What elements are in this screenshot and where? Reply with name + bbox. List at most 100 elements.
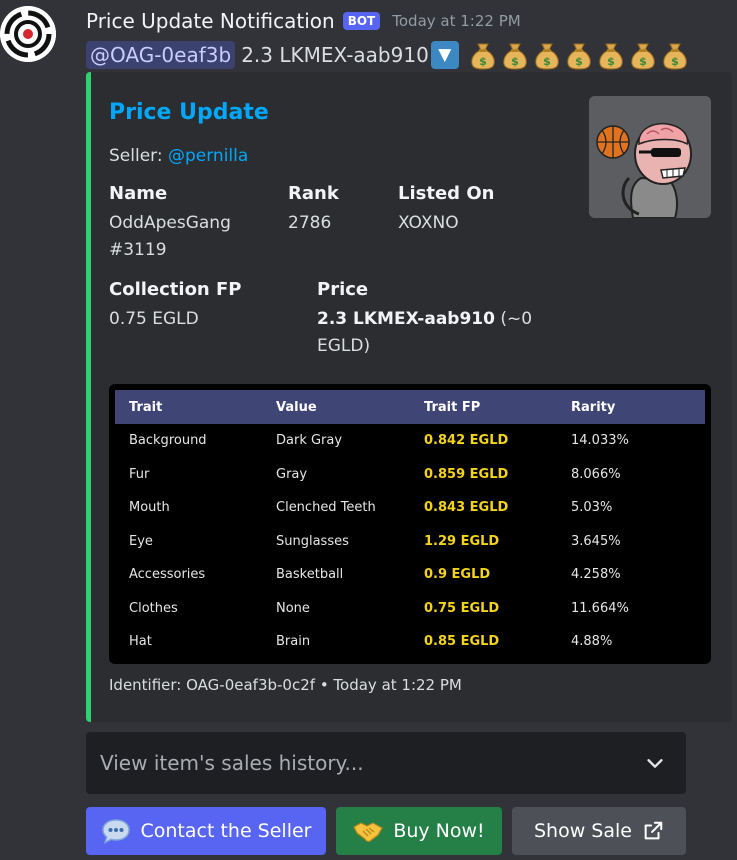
money-bag-icon: $ [567,43,591,70]
ape-nft-image [589,96,711,218]
trait-name: Mouth [129,500,170,516]
trait-row: Fur Gray 0.859 EGLD 8.066% [115,458,705,492]
show-sale-label: Show Sale [534,820,632,842]
trait-table-body: Background Dark Gray 0.842 EGLD 14.033% Fur G… [115,424,705,659]
field-listed-value: XOXNO [398,213,459,233]
trait-fp: 0.859 EGLD [424,466,509,482]
price-bold: 2.3 LKMEX-aab910 [317,309,495,329]
trait-value: Sunglasses [276,533,349,549]
trait-row: Accessories Basketball 0.9 EGLD 4.258% [115,558,705,592]
seller-line: Seller: @pernilla [109,146,248,166]
field-name-value: OddApesGang #3119 [109,210,279,264]
header-value: Value [276,399,317,415]
nft-thumbnail[interactable] [589,96,711,218]
embed-footer: Identifier: OAG-0eaf3b-0c2f • Today at 1… [109,676,462,694]
trait-name: Clothes [129,600,178,616]
field-name: Name OddApesGang #3119 [109,182,279,264]
svg-text:$: $ [479,55,487,68]
target-logo-icon [0,6,56,62]
discord-message: Price Update Notification BOT Today at 1… [0,0,737,860]
message-content: @OAG-0eaf3b 2.3 LKMEX-aab910 ▼ $ $ $ $ $ $ $ [86,40,689,70]
price-embed: Price Update Seller: @pernilla Name OddA… [86,72,732,722]
trait-name: Eye [129,533,153,549]
svg-text:$: $ [607,55,615,68]
field-fp-label: Collection FP [109,279,242,300]
message-timestamp[interactable]: Today at 1:22 PM [392,12,520,30]
message-header: Price Update Notification BOT Today at 1… [86,6,521,36]
field-price-value: 2.3 LKMEX-aab910 (~0 EGLD) [317,306,547,360]
trait-row: Background Dark Gray 0.842 EGLD 14.033% [115,424,705,458]
trait-row: Hat Brain 0.85 EGLD 4.88% [115,625,705,659]
trait-rarity: 4.88% [571,634,613,650]
trait-fp: 1.29 EGLD [424,533,500,549]
svg-text:$: $ [575,55,583,68]
bot-avatar[interactable] [0,6,56,62]
trait-row: Mouth Clenched Teeth 0.843 EGLD 5.03% [115,491,705,525]
field-collection-fp: Collection FP 0.75 EGLD [109,278,242,333]
trait-value: Basketball [276,567,344,583]
show-sale-button[interactable]: Show Sale [512,807,686,855]
trait-fp: 0.843 EGLD [424,500,509,516]
header-rarity: Rarity [571,399,616,415]
field-listed-label: Listed On [398,183,495,204]
author-name[interactable]: Price Update Notification [86,9,335,33]
field-rank-value: 2786 [288,213,332,233]
svg-text:$: $ [671,55,679,68]
field-name-label: Name [109,183,168,204]
trait-row: Clothes None 0.75 EGLD 11.664% [115,592,705,626]
price-approx: (~0 [500,309,533,329]
external-link-icon [644,821,663,840]
sales-history-select[interactable]: View item's sales history... [86,732,686,794]
trait-fp: 0.75 EGLD [424,600,500,616]
trait-value: None [276,600,310,616]
select-placeholder: View item's sales history... [100,751,364,775]
role-mention[interactable]: @OAG-0eaf3b [86,41,236,69]
seller-label: Seller: [109,146,163,166]
field-price: Price 2.3 LKMEX-aab910 (~0 EGLD) [317,278,547,360]
contact-seller-button[interactable]: Contact the Seller [86,807,326,855]
trait-name: Background [129,433,207,449]
svg-text:$: $ [639,55,647,68]
field-price-label: Price [317,279,369,300]
contact-seller-label: Contact the Seller [140,820,312,842]
trait-table-header: Trait Value Trait FP Rarity [115,390,705,424]
money-bag-icon: $ [535,43,559,70]
trait-rarity: 8.066% [571,466,621,482]
svg-text:$: $ [543,55,551,68]
trait-table-image[interactable]: Trait Value Trait FP Rarity Background Da… [109,384,711,664]
money-bag-icon: $ [503,43,527,70]
money-bag-icon: $ [631,43,655,70]
trait-rarity: 3.645% [571,533,621,549]
field-rank: Rank 2786 [288,182,339,237]
trait-fp: 0.842 EGLD [424,433,509,449]
trait-fp: 0.85 EGLD [424,634,500,650]
speech-balloon-icon [101,819,130,844]
money-bag-icon: $ [599,43,623,70]
field-rank-label: Rank [288,183,339,204]
trait-rarity: 14.033% [571,433,629,449]
trait-name: Fur [129,466,150,482]
moneybag-emoji-group: $ $ $ $ $ $ $ [469,40,689,70]
trait-rarity: 5.03% [571,500,613,516]
header-trait: Trait [129,399,163,415]
trait-rarity: 11.664% [571,600,629,616]
trait-name: Accessories [129,567,206,583]
trait-value: Dark Gray [276,433,343,449]
action-buttons: Contact the Seller Buy Now! Show Sale [86,807,686,855]
seller-link[interactable]: @pernilla [168,146,248,166]
svg-text:$: $ [511,55,519,68]
price-approx-line2: EGLD) [317,336,371,356]
handshake-icon [353,822,384,842]
name-value-line2: #3119 [109,240,167,260]
trait-rarity: 4.258% [571,567,621,583]
header-trait-fp: Trait FP [424,399,481,415]
name-value-line1: OddApesGang [109,213,231,233]
field-fp-value: 0.75 EGLD [109,309,199,329]
money-bag-icon: $ [471,43,495,70]
buy-now-button[interactable]: Buy Now! [336,807,502,855]
arrow-down-small-icon: ▼ [430,41,459,69]
trait-fp: 0.9 EGLD [424,567,491,583]
trait-row: Eye Sunglasses 1.29 EGLD 3.645% [115,525,705,559]
message-text: 2.3 LKMEX-aab910 [241,43,429,67]
embed-title[interactable]: Price Update [109,100,269,125]
